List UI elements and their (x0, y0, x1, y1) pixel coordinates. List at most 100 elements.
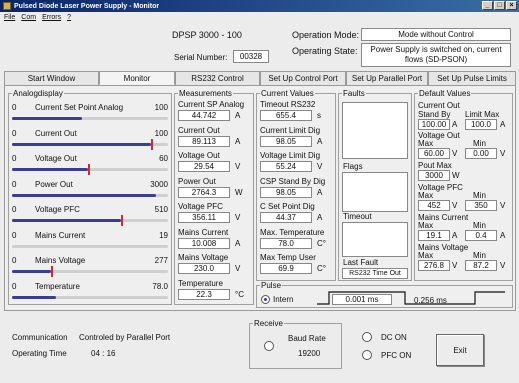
analog-label: Temperature (35, 281, 80, 291)
communication-label: Communication (12, 333, 68, 342)
analog-label: Power Out (35, 179, 73, 189)
maximize-button[interactable]: □ (494, 1, 505, 10)
dv-vout-max-label: Max (418, 139, 434, 148)
analog-bar-fill (12, 168, 89, 171)
operation-mode-field: Mode without Control (361, 28, 511, 41)
current-value-label: Voltage Limit Dig (260, 151, 321, 160)
monitor-panel: Analogdisplay 0 Current Set Point Analog 1… (4, 85, 516, 311)
current-value-field: 44.37 (260, 212, 312, 223)
analog-bar-fill (12, 295, 56, 299)
flags-list[interactable] (342, 172, 408, 212)
pfc-on-indicator (362, 350, 372, 360)
analog-max: 277 (154, 256, 168, 265)
measurement-unit: A (235, 238, 241, 248)
current-value-field: 655.4 (260, 110, 312, 121)
tab-bar: Start Window Monitor RS232 Control Set U… (4, 71, 516, 85)
measurement-unit: V (235, 162, 241, 171)
operating-time-label: Operating Time (12, 349, 67, 358)
dv-mv-min-value: 87.2 (465, 260, 497, 271)
dv-mc-min-unit: A (500, 231, 506, 240)
analog-bar (12, 266, 168, 277)
measurement-value: 89.113 (178, 135, 230, 147)
dv-current-out-label: Current Out (418, 101, 460, 110)
measurement-label: Current Out (178, 125, 220, 135)
tab-start-window[interactable]: Start Window (4, 71, 99, 85)
dv-limit-max-value: 100.0 (465, 119, 497, 130)
menubar: File Com Errors ? (0, 12, 519, 22)
measurement-value: 44.742 (178, 110, 230, 121)
dv-mc-max-label: Max (418, 221, 434, 230)
last-fault-value: RS232 Time Out (342, 268, 408, 279)
analog-label: Voltage PFC (35, 205, 80, 214)
menu-help[interactable]: ? (67, 14, 71, 21)
analog-min: 0 (12, 179, 17, 189)
measurement-label: Voltage Out (178, 151, 220, 160)
analog-min: 0 (12, 230, 17, 240)
faults-group: Faults Flags Timeout Last Fault RS232 Ti… (338, 89, 412, 281)
dv-mc-max-value: 19.1 (418, 230, 450, 241)
analog-display-group: Analogdisplay 0 Current Set Point Analog 1… (8, 89, 172, 305)
current-value-field: 98.05 (260, 135, 312, 147)
close-button[interactable]: × (506, 1, 517, 10)
tab-setup-control-port[interactable]: Set Up Control Port (260, 71, 346, 85)
receive-title: Receive (253, 319, 284, 328)
baud-rate-label: Baud Rate (288, 334, 326, 343)
timeout-list[interactable] (342, 222, 408, 257)
dc-on-indicator (362, 332, 372, 342)
measurement-value: 356.11 (178, 212, 230, 223)
current-value-unit: A (317, 213, 323, 222)
analog-max: 3000 (150, 179, 168, 189)
faults-list[interactable] (342, 102, 408, 159)
measurement-unit: °C (235, 289, 244, 299)
tab-setup-pulse-limits[interactable]: Set Up Pulse Limits (428, 71, 516, 85)
analog-label: Voltage Out (35, 154, 77, 163)
default-values-title: Default Values (418, 89, 472, 98)
dv-limit-max-label: Limit Max (465, 110, 500, 119)
serial-label: Serial Number: (174, 53, 228, 62)
measurement-unit: A (235, 136, 241, 146)
menu-file[interactable]: File (4, 14, 15, 21)
dv-standby-value: 100.00 (418, 119, 450, 130)
dv-mv-max-value: 276.8 (418, 260, 450, 271)
dv-mv-min-unit: V (500, 261, 506, 270)
analog-bar-fill (12, 142, 151, 146)
current-value-unit: s (317, 111, 321, 120)
analog-bar (12, 138, 168, 150)
window-titlebar: Pulsed Diode Laser Power Supply - Monito… (0, 0, 519, 12)
analog-max: 510 (154, 205, 168, 214)
pulse-intern-radio[interactable] (261, 295, 270, 304)
operating-time-value: 04 : 16 (91, 349, 116, 358)
faults-title: Faults (342, 89, 366, 98)
menu-com[interactable]: Com (21, 14, 36, 21)
analog-bar-fill (12, 219, 122, 222)
analog-max: 60 (159, 154, 168, 163)
measurement-value: 230.0 (178, 263, 230, 274)
analog-label: Current Set Point Analog (35, 103, 124, 112)
dv-vpfc-max-label: Max (418, 191, 434, 200)
communication-value: Controled by Parallel Port (79, 333, 171, 342)
current-value-label: Current Limit Dig (260, 125, 321, 135)
dv-standby-label: Stand By (418, 110, 451, 119)
measurement-unit: V (235, 213, 241, 222)
menu-errors[interactable]: Errors (42, 14, 61, 21)
current-value-unit: C° (317, 264, 326, 273)
dv-standby-unit: A (452, 120, 458, 129)
receive-indicator (264, 341, 274, 351)
op-mode-label: Operation Mode: (292, 30, 360, 40)
analog-bar (12, 295, 168, 299)
dv-vpfc-min-value: 350 (465, 200, 497, 211)
minimize-button[interactable]: _ (482, 1, 493, 10)
measurement-value: 22.3 (178, 288, 230, 300)
dv-pout-max-value: 3000 (418, 170, 450, 181)
current-value-label: Timeout RS232 (260, 100, 316, 109)
analog-min: 0 (12, 128, 17, 138)
tab-setup-parallel-port[interactable]: Set Up Parallel Port (346, 71, 428, 85)
analog-label: Mains Current (35, 230, 86, 240)
analog-bar-fill (12, 270, 51, 273)
current-values-title: Current Values (260, 89, 315, 98)
tab-rs232-control[interactable]: RS232 Control (175, 71, 260, 85)
tab-monitor[interactable]: Monitor (99, 71, 175, 85)
current-value-field: 78.0 (260, 237, 312, 249)
dv-vpfc-min-label: Min (473, 191, 486, 200)
exit-button[interactable]: Exit (436, 334, 484, 366)
